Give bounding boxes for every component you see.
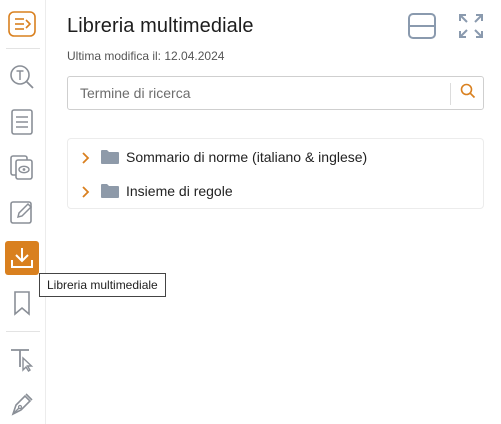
- media-library-button[interactable]: [5, 241, 39, 275]
- folder-icon: [100, 183, 120, 204]
- edit-note-icon: [8, 198, 36, 226]
- tree-item-label: Insieme di regole: [126, 183, 233, 199]
- pen-icon: [8, 390, 36, 418]
- last-modified-date: 12.04.2024: [164, 49, 225, 63]
- folder-tree: Sommario di norme (italiano & inglese) I…: [67, 138, 484, 209]
- page-title: Libreria multimediale: [67, 15, 254, 37]
- list-button[interactable]: [5, 105, 39, 139]
- sidebar-toggle-icon: [7, 9, 37, 39]
- search-icon: [460, 83, 476, 104]
- search-divider: [450, 83, 451, 105]
- rail-divider: [6, 331, 40, 332]
- left-rail: [0, 0, 46, 424]
- text-search-button[interactable]: [5, 60, 39, 94]
- text-search-icon: [8, 63, 36, 91]
- pen-button[interactable]: [5, 387, 39, 421]
- folder-icon: [100, 149, 120, 170]
- edit-note-button[interactable]: [5, 195, 39, 229]
- view-copies-icon: [8, 153, 36, 181]
- tooltip: Libreria multimediale: [39, 273, 166, 297]
- text-select-button[interactable]: [5, 342, 39, 376]
- tree-item[interactable]: Insieme di regole: [68, 174, 483, 208]
- download-icon: [9, 245, 35, 271]
- list-icon: [9, 108, 35, 136]
- text-select-icon: [8, 345, 36, 373]
- search-box: [67, 76, 484, 110]
- tree-item[interactable]: Sommario di norme (italiano & inglese): [68, 140, 483, 174]
- rail-divider: [6, 48, 40, 49]
- search-button[interactable]: [452, 77, 484, 109]
- search-input[interactable]: [68, 77, 448, 109]
- bookmark-icon: [11, 289, 33, 317]
- chevron-right-icon[interactable]: [81, 151, 91, 169]
- view-copies-button[interactable]: [5, 150, 39, 184]
- last-modified-label: Ultima modifica il:: [67, 49, 162, 63]
- fullscreen-icon: [457, 12, 485, 45]
- split-view-icon: [407, 12, 437, 45]
- fullscreen-button[interactable]: [455, 12, 487, 44]
- split-view-button[interactable]: [406, 12, 438, 44]
- tree-item-label: Sommario di norme (italiano & inglese): [126, 149, 368, 165]
- bookmark-button[interactable]: [5, 286, 39, 320]
- sidebar-toggle-button[interactable]: [5, 7, 39, 41]
- last-modified: Ultima modifica il: 12.04.2024: [67, 49, 224, 63]
- chevron-right-icon[interactable]: [81, 185, 91, 203]
